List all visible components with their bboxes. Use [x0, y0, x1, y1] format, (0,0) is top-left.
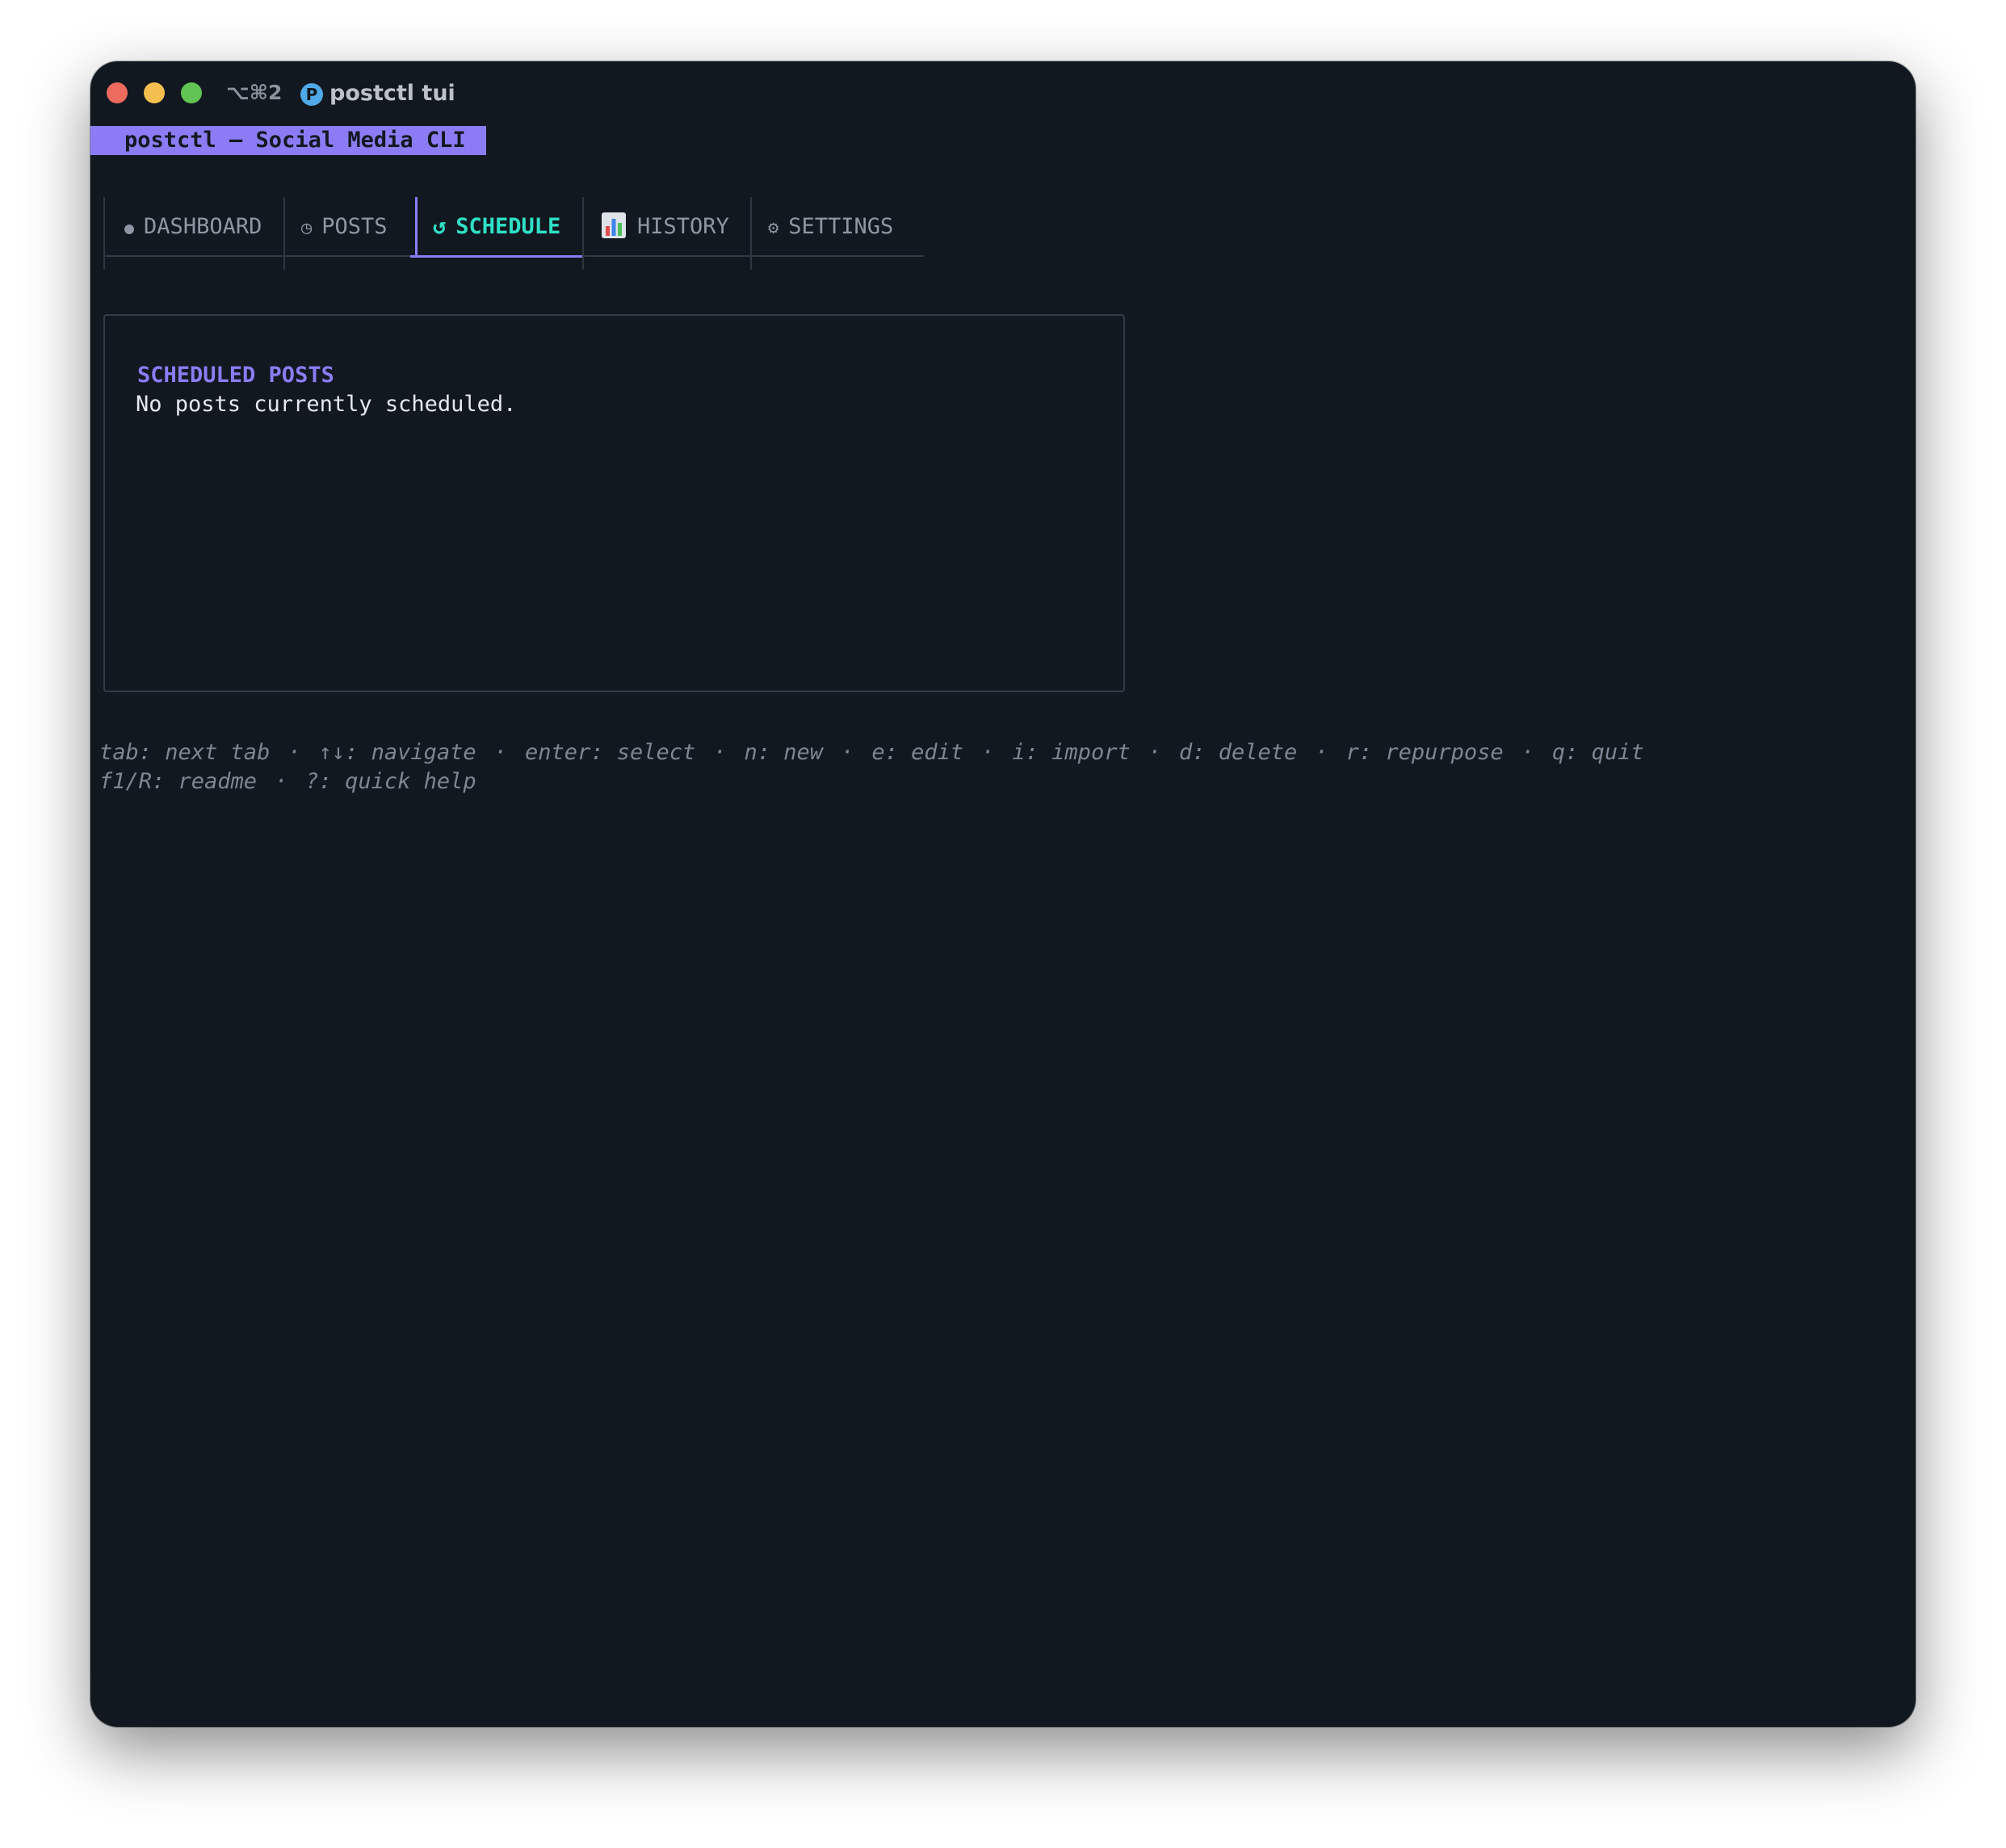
tab-label: SETTINGS	[788, 214, 894, 239]
help-line: f1/R: readme · ?: quick help	[99, 767, 1900, 796]
help-item: e: edit	[871, 740, 964, 765]
help-separator: ·	[493, 740, 507, 765]
tab-label: SCHEDULE	[455, 214, 561, 239]
tab-divider	[582, 197, 584, 270]
schedule-panel: SCHEDULED POSTS No posts currently sched…	[103, 314, 1125, 692]
help-item: n: new	[744, 740, 824, 765]
tab-label: POSTS	[321, 214, 388, 239]
zoom-button[interactable]	[181, 82, 202, 103]
help-separator: ·	[275, 769, 288, 794]
app-icon: P	[300, 83, 323, 106]
help-separator: ·	[1521, 740, 1534, 765]
chart-icon	[602, 202, 626, 238]
tab-settings[interactable]: ⚙ SETTINGS	[750, 197, 894, 270]
help-item: ?: quick help	[305, 769, 476, 794]
tab-history[interactable]: HISTORY	[582, 197, 729, 270]
tab-active-edge	[415, 197, 418, 257]
empty-state-message: No posts currently scheduled.	[136, 392, 517, 417]
help-item: q: quit	[1551, 740, 1644, 765]
help-item: enter: select	[524, 740, 696, 765]
help-line: tab: next tab · ↑↓: navigate · enter: select…	[99, 738, 1900, 767]
window-shortcut: ⌥⌘2	[226, 81, 283, 104]
help-item: i: import	[1012, 740, 1131, 765]
app-banner: postctl — Social Media CLI	[90, 126, 486, 155]
tab-divider	[283, 197, 285, 270]
help-separator: ·	[981, 740, 995, 765]
help-separator: ·	[841, 740, 854, 765]
tab-posts[interactable]: ◷ POSTS	[283, 197, 388, 270]
close-button[interactable]	[107, 82, 128, 103]
minimize-button[interactable]	[144, 82, 165, 103]
gear-icon: ⚙	[768, 218, 779, 238]
help-item: tab: next tab	[99, 740, 271, 765]
help-separator: ·	[713, 740, 727, 765]
window-title: postctl tui	[329, 81, 455, 106]
help-item: f1/R: readme	[99, 769, 258, 794]
tab-dashboard[interactable]: ● DASHBOARD	[103, 197, 262, 270]
help-separator: ·	[1315, 740, 1328, 765]
keybinding-help: tab: next tab · ↑↓: navigate · enter: select…	[99, 738, 1900, 796]
title-bar: ⌥⌘2 P postctl tui	[90, 61, 1916, 126]
terminal-window: ⌥⌘2 P postctl tui postctl — Social Media…	[90, 61, 1916, 1727]
tab-active-underline	[410, 255, 583, 258]
help-item: ↑↓: navigate	[318, 740, 476, 765]
panel-title: SCHEDULED POSTS	[137, 363, 334, 388]
refresh-icon: ↺	[433, 214, 447, 239]
tab-bar: ● DASHBOARD ◷ POSTS ↺ SCHEDULE HISTORY ⚙…	[103, 197, 924, 276]
help-item: d: delete	[1178, 740, 1298, 765]
tab-divider	[750, 197, 752, 270]
tab-label: DASHBOARD	[144, 214, 262, 239]
dot-icon: ●	[124, 218, 135, 237]
tab-divider	[103, 197, 105, 270]
tab-schedule[interactable]: ↺ SCHEDULE	[410, 197, 583, 258]
help-item: r: repurpose	[1345, 740, 1504, 765]
tab-label: HISTORY	[637, 214, 729, 239]
help-separator: ·	[1148, 740, 1161, 765]
help-separator: ·	[287, 740, 301, 765]
clock-icon: ◷	[301, 218, 313, 238]
